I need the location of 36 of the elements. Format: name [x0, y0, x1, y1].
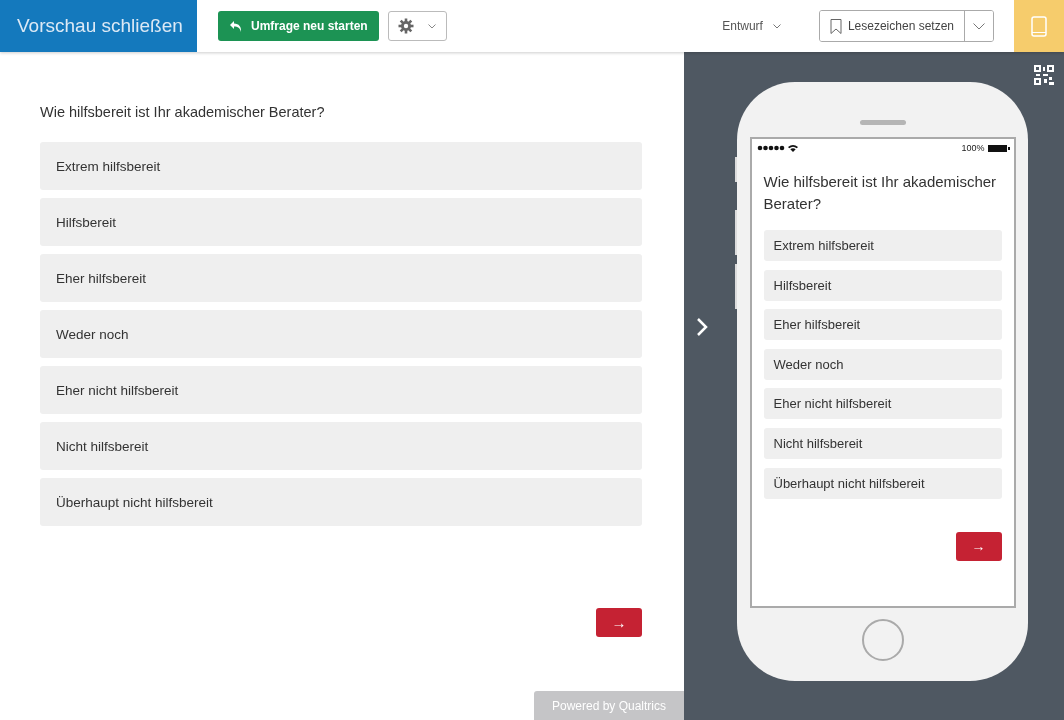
status-dropdown[interactable]: Entwurf	[716, 18, 787, 34]
answer-option[interactable]: Nicht hilfsbereit	[40, 422, 642, 470]
battery-icon	[987, 144, 1010, 152]
chevron-right-icon[interactable]	[696, 317, 708, 337]
answer-option[interactable]: Eher hilfsbereit	[40, 254, 642, 302]
qr-code-icon[interactable]	[1034, 65, 1054, 85]
answer-option[interactable]: Weder noch	[763, 348, 1002, 380]
chevron-down-icon	[428, 23, 437, 29]
answer-option[interactable]: Eher nicht hilfsbereit	[763, 388, 1002, 420]
question-text: Wie hilfsbereit ist Ihr akademischer Berater?	[40, 104, 326, 120]
battery-percentage: 100%	[961, 143, 985, 153]
answer-option[interactable]: Überhaupt nicht hilfsbereit	[763, 467, 1002, 499]
answer-option[interactable]: Hilfsbereit	[763, 269, 1002, 301]
signal-wifi-icon	[756, 144, 799, 152]
undo-arrow-icon	[229, 19, 243, 33]
chevron-down-icon	[973, 22, 985, 30]
answer-option[interactable]: Eher nicht hilfsbereit	[40, 366, 642, 414]
question-text: Wie hilfsbereit ist Ihr akademischer Berater?	[763, 172, 998, 214]
bookmark-icon	[829, 18, 842, 34]
next-button[interactable]: →	[596, 608, 642, 637]
answer-option[interactable]: Eher hilfsbereit	[763, 309, 1002, 341]
restart-survey-button[interactable]: Umfrage neu starten	[218, 11, 379, 41]
phone-speaker	[859, 120, 906, 125]
chevron-down-icon	[772, 23, 781, 29]
answer-option[interactable]: Extrem hilfsbereit	[763, 230, 1002, 261]
answer-option[interactable]: Hilfsbereit	[40, 198, 642, 246]
answer-option[interactable]: Extrem hilfsbereit	[40, 142, 642, 190]
answer-option[interactable]: Überhaupt nicht hilfsbereit	[40, 478, 642, 526]
settings-button[interactable]	[387, 11, 447, 41]
answer-option[interactable]: Weder noch	[40, 310, 642, 358]
device-toggle-button[interactable]	[1014, 0, 1064, 52]
answer-option[interactable]: Nicht hilfsbereit	[763, 427, 1002, 459]
settings-icon	[398, 18, 415, 34]
next-button[interactable]: →	[955, 531, 1002, 561]
close-preview-button[interactable]: Vorschau schließen	[0, 0, 197, 52]
tablet-icon	[1031, 15, 1047, 37]
